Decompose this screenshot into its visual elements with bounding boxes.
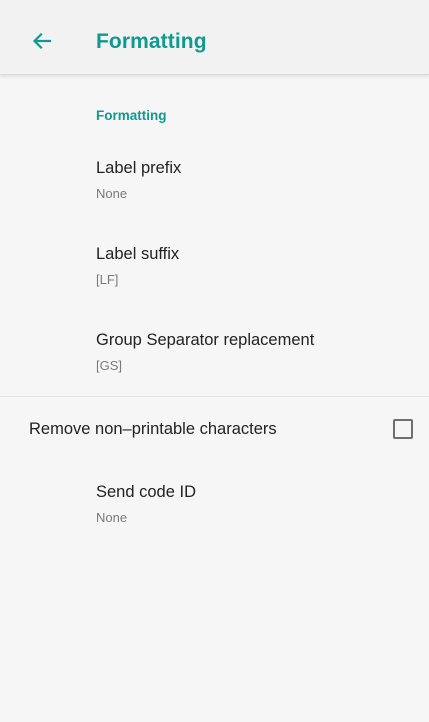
pref-summary: None <box>96 186 128 201</box>
page-title: Formatting <box>96 30 207 53</box>
pref-title: Send code ID <box>96 483 196 501</box>
settings-screen: Formatting Formatting Label prefix None … <box>0 0 429 722</box>
app-bar: Formatting <box>0 8 429 75</box>
pref-summary: [LF] <box>96 272 119 287</box>
status-bar-area <box>0 0 429 8</box>
pref-send-code-id[interactable]: Send code ID None <box>0 468 429 540</box>
pref-summary: None <box>96 510 128 525</box>
pref-title: Label prefix <box>96 159 182 177</box>
arrow-left-icon <box>32 31 52 51</box>
pref-group-separator-replacement[interactable]: Group Separator replacement [GS] <box>0 316 429 388</box>
section-header-formatting: Formatting <box>96 108 167 123</box>
checkbox-label: Remove non–printable characters <box>29 420 277 438</box>
divider <box>0 396 429 397</box>
pref-title: Group Separator replacement <box>96 331 315 349</box>
pref-label-prefix[interactable]: Label prefix None <box>0 144 429 216</box>
pref-summary: [GS] <box>96 358 123 373</box>
back-button[interactable] <box>26 25 58 57</box>
pref-title: Label suffix <box>96 245 180 263</box>
remove-non-printable-checkbox[interactable] <box>393 419 413 439</box>
pref-remove-non-printable[interactable]: Remove non–printable characters <box>0 400 429 458</box>
pref-label-suffix[interactable]: Label suffix [LF] <box>0 230 429 302</box>
